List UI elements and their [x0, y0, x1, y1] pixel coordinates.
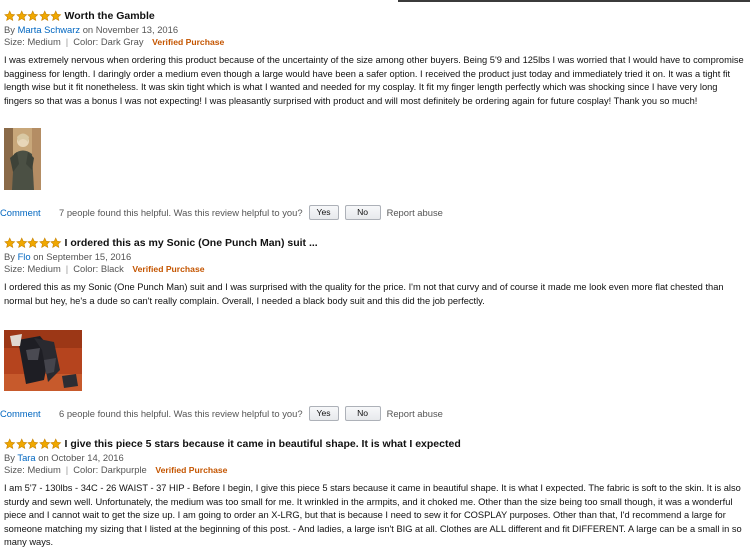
star-icon — [27, 438, 39, 449]
star-icon — [38, 438, 50, 449]
star-icon — [15, 237, 27, 248]
color-label: Color: Black — [73, 263, 124, 274]
color-label: Color: Dark Gray — [73, 36, 144, 47]
review-title[interactable]: I ordered this as my Sonic (One Punch Ma… — [65, 237, 318, 249]
review-date: on November 13, 2016 — [82, 24, 179, 35]
color-label: Color: Darkpurple — [73, 464, 147, 475]
verified-purchase-badge: Verified Purchase — [155, 465, 228, 475]
helpful-yes-button[interactable]: Yes — [308, 406, 339, 421]
comment-link[interactable]: Comment — [0, 408, 59, 419]
star-icon — [15, 438, 27, 449]
star-rating — [4, 10, 62, 22]
star-icon — [27, 10, 39, 21]
by-label: By — [4, 24, 15, 35]
helpful-count: 6 people found this helpful. Was this re… — [59, 408, 303, 419]
star-rating — [4, 438, 62, 450]
review-body: I ordered this as my Sonic (One Punch Ma… — [4, 282, 724, 306]
verified-purchase-badge: Verified Purchase — [152, 37, 225, 47]
by-label: By — [4, 251, 15, 262]
size-label: Size: Medium — [4, 464, 61, 475]
customer-photo-thumbnail[interactable] — [4, 128, 41, 190]
size-label: Size: Medium — [4, 263, 61, 274]
customer-photo-thumbnail[interactable] — [4, 330, 82, 391]
helpful-no-button[interactable]: No — [344, 205, 381, 220]
report-abuse-link[interactable]: Report abuse — [387, 408, 443, 419]
review-date: on September 15, 2016 — [33, 251, 132, 262]
review-1: Worth the Gamble By Marta Schwarz on Nov… — [4, 9, 744, 108]
review-2: I ordered this as my Sonic (One Punch Ma… — [4, 236, 744, 308]
star-icon — [50, 438, 62, 449]
author-link[interactable]: Marta Schwarz — [18, 24, 81, 35]
by-label: By — [4, 452, 15, 463]
star-rating — [4, 237, 62, 249]
verified-purchase-badge: Verified Purchase — [132, 264, 205, 274]
star-icon — [27, 237, 39, 248]
review-body: I am 5'7 - 130lbs - 34C - 26 WAIST - 37 … — [4, 483, 742, 547]
review-date: on October 14, 2016 — [38, 452, 124, 463]
star-icon — [4, 237, 16, 248]
star-icon — [4, 10, 16, 21]
star-icon — [15, 10, 27, 21]
star-icon — [4, 438, 16, 449]
author-link[interactable]: Flo — [18, 251, 31, 262]
helpful-yes-button[interactable]: Yes — [308, 205, 339, 220]
top-image-edge — [398, 0, 750, 2]
review-title[interactable]: I give this piece 5 stars because it cam… — [65, 438, 461, 450]
review-title[interactable]: Worth the Gamble — [65, 10, 155, 22]
report-abuse-link[interactable]: Report abuse — [387, 207, 443, 218]
review-actions-2: Comment 6 people found this helpful. Was… — [0, 406, 740, 421]
helpful-no-button[interactable]: No — [344, 406, 381, 421]
review-body: I was extremely nervous when ordering th… — [4, 55, 744, 106]
star-icon — [50, 10, 62, 21]
helpful-count: 7 people found this helpful. Was this re… — [59, 207, 303, 218]
comment-link[interactable]: Comment — [0, 207, 59, 218]
star-icon — [50, 237, 62, 248]
star-icon — [38, 237, 50, 248]
size-label: Size: Medium — [4, 36, 61, 47]
star-icon — [38, 10, 50, 21]
review-actions-1: Comment 7 people found this helpful. Was… — [0, 205, 740, 220]
review-3: I give this piece 5 stars because it cam… — [4, 437, 744, 550]
author-link[interactable]: Tara — [17, 452, 35, 463]
